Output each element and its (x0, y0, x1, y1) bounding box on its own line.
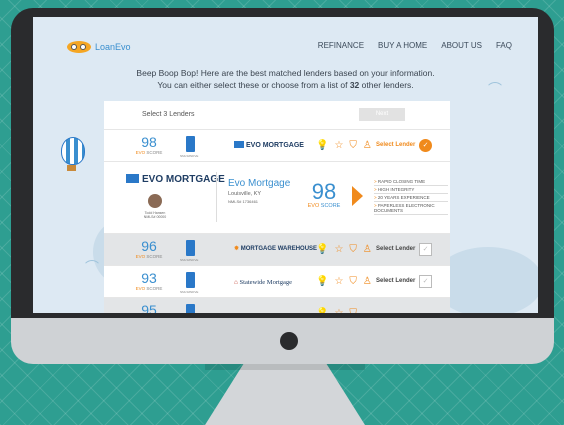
loan-officer: Todd Hansen NMLS# 00000 (143, 211, 167, 219)
panel-header: Select 3 Lenders Next (104, 101, 450, 130)
person-icon: ♙ (362, 140, 372, 151)
select-lender-label: Select Lender (376, 142, 416, 148)
doc-label: NMLS#NDVE (180, 258, 199, 262)
nav-faq[interactable]: FAQ (496, 41, 512, 50)
shield-icon: ⛉ (349, 244, 357, 255)
shield-icon: ⛉ (349, 276, 357, 287)
headline: Beep Boop Bop! Here are the best matched… (136, 68, 435, 90)
person-icon: ♙ (362, 276, 372, 287)
feature-icons: 💡 ☆ ⛉ ♙ (316, 244, 372, 255)
bulb-icon: 💡 (316, 308, 328, 313)
lender-row[interactable]: 93 EVO SCORE NMLS#NDVE ⌂ Statewide Mortg… (104, 266, 450, 298)
star-icon: ☆ (334, 140, 344, 151)
feature-item: PAPERLESS ELECTRONIC DOCUMENTS (374, 202, 448, 215)
feature-item: 20 YEARS EXPERIENCE (374, 194, 448, 202)
document-icon (186, 240, 195, 256)
select-lenders-label: Select 3 Lenders (142, 111, 195, 118)
select-lender-checkbox[interactable]: ✓ (419, 243, 432, 256)
main-nav: REFINANCE BUY A HOME ABOUT US FAQ (318, 41, 512, 50)
lender-nmls: NMLS# 1736461 (228, 199, 259, 204)
document-icon (186, 272, 195, 288)
doc-label: NMLS#NDVE (180, 154, 199, 158)
arrow-right-icon (352, 186, 363, 206)
lender-row[interactable]: 95 💡 ☆ ⛉ (104, 298, 450, 313)
score: 96 EVO SCORE (135, 238, 163, 260)
shield-icon: ⛉ (349, 308, 357, 313)
lender-row[interactable]: 98 EVO SCORE NMLS#NDVE EVO MORTGAGE 💡 ☆ … (104, 130, 450, 162)
feature-item: HIGH INTEGRITY (374, 186, 448, 194)
feature-icons: 💡 ☆ ⛉ ♙ (316, 276, 372, 287)
select-lender-checkbox[interactable]: ✓ (419, 275, 432, 288)
lender-panel: Select 3 Lenders Next 98 EVO SCORE NMLS#… (104, 101, 450, 313)
select-lender-label: Select Lender (376, 278, 416, 284)
select-lender-checkbox[interactable]: ✓ (419, 139, 432, 152)
lender-logo: EVO MORTGAGE (234, 141, 304, 149)
lender-logo: ⌂ Statewide Mortgage (234, 279, 293, 286)
score: 98 EVO SCORE (135, 134, 163, 156)
star-icon: ☆ (334, 244, 344, 255)
star-icon: ☆ (334, 276, 344, 287)
lender-name: Evo Mortgage (228, 178, 291, 189)
lender-logo: ✸ MORTGAGE WAREHOUSE (234, 246, 318, 252)
logo-icon (67, 41, 91, 53)
feature-item: RAPID CLOSING TIME (374, 178, 448, 186)
lender-count: 32 (349, 80, 360, 90)
feature-list: RAPID CLOSING TIME HIGH INTEGRITY 20 YEA… (374, 178, 448, 215)
avatar (148, 194, 162, 208)
lender-detail: EVO MORTGAGE Todd Hansen NMLS# 00000 Evo … (104, 162, 450, 234)
score: 93 EVO SCORE (135, 270, 163, 292)
document-icon (186, 304, 195, 313)
lender-row[interactable]: 96 EVO SCORE NMLS#NDVE ✸ MORTGAGE WAREHO… (104, 234, 450, 266)
bird-icon: ⌒ (85, 259, 99, 275)
brand-name: LoanEvo (95, 42, 131, 52)
shield-icon: ⛉ (349, 140, 357, 151)
detail-score: 98 EVO SCORE (307, 179, 341, 210)
feature-icons: 💡 ☆ ⛉ ♙ (316, 140, 372, 151)
bulb-icon: 💡 (316, 244, 329, 255)
score: 95 (141, 302, 157, 314)
star-icon: ☆ (334, 308, 343, 313)
document-icon (186, 136, 195, 152)
select-lender-label: Select Lender (376, 246, 416, 252)
hot-air-balloon-icon (61, 137, 85, 165)
monitor-stand (205, 364, 365, 425)
nav-about-us[interactable]: ABOUT US (441, 41, 482, 50)
next-button[interactable]: Next (359, 108, 405, 121)
nav-buy-a-home[interactable]: BUY A HOME (378, 41, 427, 50)
feature-icons: 💡 ☆ ⛉ (316, 308, 357, 313)
brand[interactable]: LoanEvo (67, 41, 131, 53)
bulb-icon: 💡 (316, 140, 329, 151)
power-button-icon (280, 332, 298, 350)
lender-location: Louisville, KY (228, 191, 262, 197)
screen: ⌒ ⌒ LoanEvo REFINANCE BUY A HOME ABOUT U… (33, 17, 538, 313)
detail-lender-logo: EVO MORTGAGE (126, 174, 225, 185)
person-icon: ♙ (362, 244, 372, 255)
nav-refinance[interactable]: REFINANCE (318, 41, 364, 50)
doc-label: NMLS#NDVE (180, 290, 199, 294)
bulb-icon: 💡 (316, 276, 329, 287)
